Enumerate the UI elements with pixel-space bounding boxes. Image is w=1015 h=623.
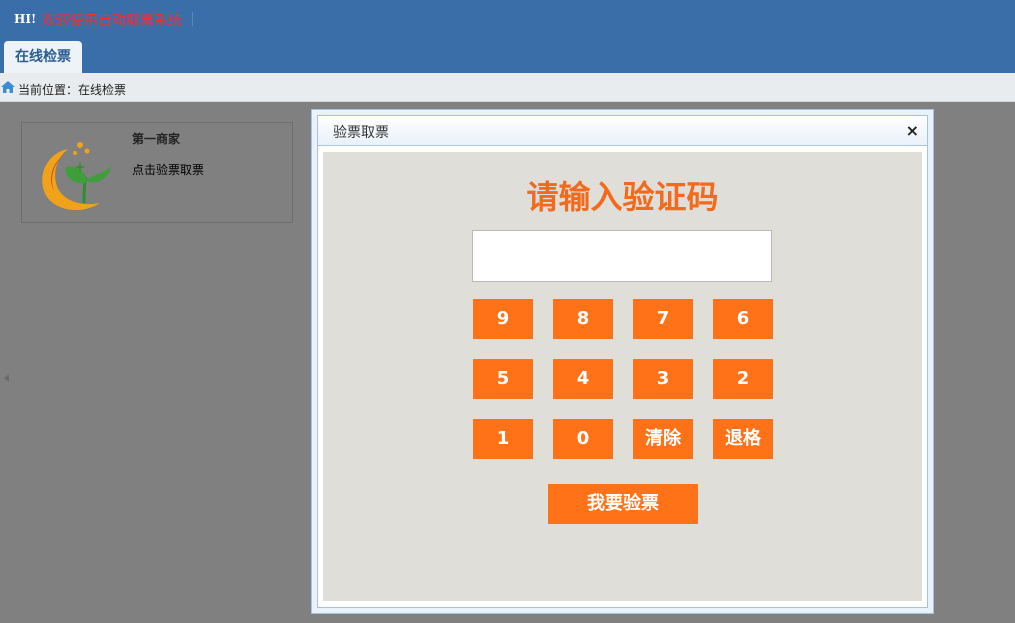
ticket-check-dialog: 验票取票 × 请输入验证码 9 8 7 6 5 4 3 2 1 0 清除 退格 … [311,109,934,614]
welcome-message: 欢迎使用自动取票系统 [42,13,182,29]
clear-button[interactable]: 清除 [633,419,693,459]
key-4[interactable]: 4 [553,359,613,399]
key-5[interactable]: 5 [473,359,533,399]
dialog-title: 验票取票 [333,125,389,141]
key-8[interactable]: 8 [553,299,613,339]
key-6[interactable]: 6 [713,299,773,339]
dialog-body: 请输入验证码 9 8 7 6 5 4 3 2 1 0 清除 退格 我要验票 [323,152,922,601]
merchant-check-link[interactable]: 点击验票取票 [132,161,204,178]
merchant-card[interactable]: 第一商家 点击验票取票 [21,122,293,223]
greeting-hi: HI! [14,12,37,26]
breadcrumb: 当前位置：在线检票 [0,73,1015,102]
code-prompt: 请输入验证码 [526,178,719,216]
breadcrumb-text: 当前位置：在线检票 [18,83,127,97]
dialog-header[interactable]: 验票取票 × [318,116,927,146]
header-divider [192,12,193,26]
verification-code-input[interactable] [472,230,772,282]
submit-check-button[interactable]: 我要验票 [548,484,698,524]
tab-online-check[interactable]: 在线检票 [4,41,82,73]
dialog-frame: 验票取票 × 请输入验证码 9 8 7 6 5 4 3 2 1 0 清除 退格 … [317,115,928,608]
top-header: HI! 欢迎使用自动取票系统 在线检票 [0,0,1015,73]
key-2[interactable]: 2 [713,359,773,399]
key-1[interactable]: 1 [473,419,533,459]
key-3[interactable]: 3 [633,359,693,399]
close-icon[interactable]: × [906,121,919,140]
backspace-button[interactable]: 退格 [713,419,773,459]
key-7[interactable]: 7 [633,299,693,339]
leaf-logo [42,142,112,211]
key-9[interactable]: 9 [473,299,533,339]
collapse-arrow-icon[interactable] [4,374,9,382]
merchant-name: 第一商家 [132,132,181,146]
key-0[interactable]: 0 [553,419,613,459]
home-icon [1,81,15,93]
